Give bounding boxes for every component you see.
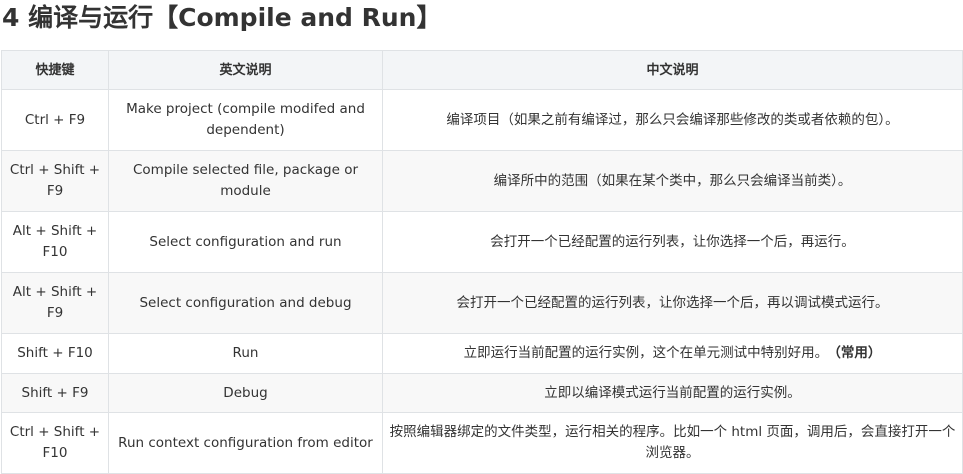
english-description-cell: Compile selected file, package or module (108, 150, 383, 212)
column-header-shortcut: 快捷键 (1, 50, 109, 90)
english-description-cell: Select configuration and run (108, 211, 383, 273)
table-row: Ctrl + Shift + F10 Run context configura… (1, 412, 963, 474)
shortcut-cell: Ctrl + F9 (1, 89, 109, 151)
table-row: Shift + F10 Run 立即运行当前配置的运行实例，这个在单元测试中特别… (1, 333, 963, 374)
english-description-cell: Make project (compile modifed and depend… (108, 89, 383, 151)
english-description-cell: Run context configuration from editor (108, 412, 383, 474)
english-description-cell: Debug (108, 373, 383, 413)
table-row: Shift + F9 Debug 立即以编译模式运行当前配置的运行实例。 (1, 373, 963, 413)
chinese-description-cell: 立即以编译模式运行当前配置的运行实例。 (382, 373, 963, 413)
english-description-cell: Select configuration and debug (108, 272, 383, 334)
table-row: Alt + Shift + F10 Select configuration a… (1, 211, 963, 273)
shortcut-cell: Ctrl + Shift + F10 (1, 412, 109, 474)
chinese-description-cell: 会打开一个已经配置的运行列表，让你选择一个后，再运行。 (382, 211, 963, 273)
shortcut-cell: Shift + F10 (1, 333, 109, 374)
table-row: Ctrl + Shift + F9 Compile selected file,… (1, 150, 963, 212)
chinese-description-text: 立即运行当前配置的运行实例，这个在单元测试中特别好用。 (463, 345, 829, 361)
table-header-row: 快捷键 英文说明 中文说明 (1, 50, 963, 90)
section-heading: 4 编译与运行【Compile and Run】 (2, 3, 442, 32)
shortcut-table: 快捷键 英文说明 中文说明 Ctrl + F9 Make project (co… (1, 50, 963, 474)
table-row: Alt + Shift + F9 Select configuration an… (1, 272, 963, 334)
chinese-description-cell: 会打开一个已经配置的运行列表，让你选择一个后，再以调试模式运行。 (382, 272, 963, 334)
chinese-description-cell: 编译项目（如果之前有编译过，那么只会编译那些修改的类或者依赖的包）。 (382, 89, 963, 151)
chinese-description-cell: 立即运行当前配置的运行实例，这个在单元测试中特别好用。 （常用） (382, 333, 963, 374)
chinese-description-cell: 按照编辑器绑定的文件类型，运行相关的程序。比如一个 html 页面，调用后，会直… (382, 412, 963, 474)
shortcut-cell: Ctrl + Shift + F9 (1, 150, 109, 212)
column-header-chinese: 中文说明 (382, 50, 963, 90)
shortcut-cell: Alt + Shift + F9 (1, 272, 109, 334)
common-use-note: （常用） (834, 345, 882, 361)
shortcut-cell: Shift + F9 (1, 373, 109, 413)
english-description-cell: Run (108, 333, 383, 374)
column-header-english: 英文说明 (108, 50, 383, 90)
shortcut-cell: Alt + Shift + F10 (1, 211, 109, 273)
table-row: Ctrl + F9 Make project (compile modifed … (1, 89, 963, 151)
chinese-description-cell: 编译所中的范围（如果在某个类中，那么只会编译当前类）。 (382, 150, 963, 212)
